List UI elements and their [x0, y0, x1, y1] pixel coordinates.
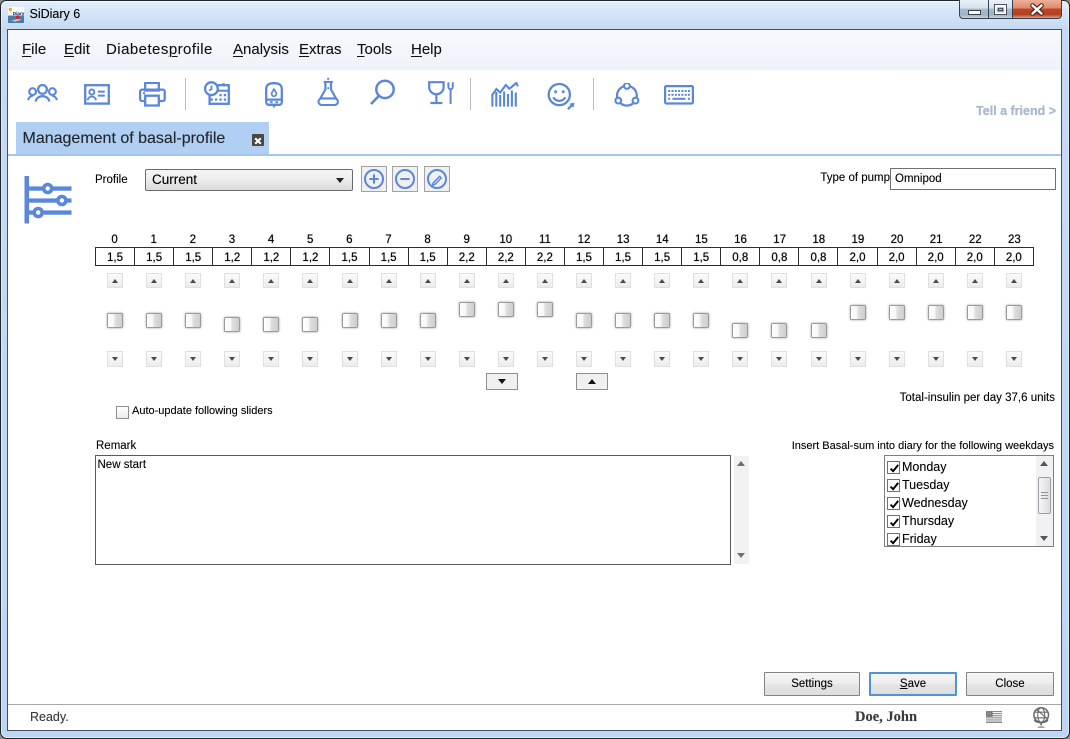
svg-text:Diary: Diary [13, 11, 24, 16]
